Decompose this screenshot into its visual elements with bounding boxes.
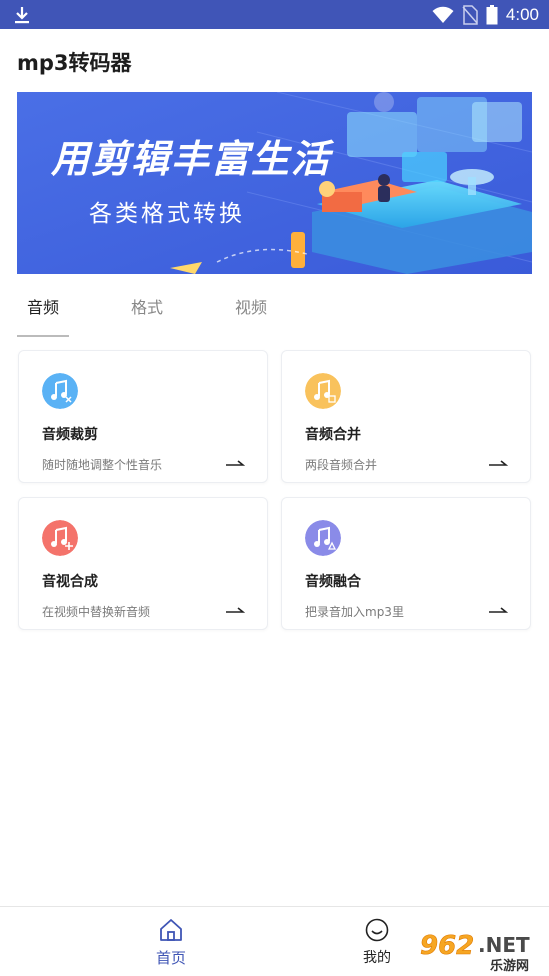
card-title: 音频裁剪 <box>42 427 98 443</box>
arrow-right-icon <box>489 607 508 613</box>
banner-headline: 用剪辑丰富生活 <box>51 137 332 181</box>
tab-underline <box>17 335 70 337</box>
clock: 4:00 <box>505 5 539 24</box>
arrow-right-icon <box>226 607 245 613</box>
download-icon <box>15 7 29 24</box>
card-title: 音视合成 <box>42 574 98 590</box>
tab-video[interactable]: 视频 <box>225 288 277 336</box>
svg-text:乐游网: 乐游网 <box>490 958 529 974</box>
arrow-right-icon <box>226 460 245 466</box>
site-watermark-logo: 962 .NET 乐游网 <box>414 924 546 974</box>
svg-text:962: 962 <box>420 931 474 961</box>
battery-icon <box>486 5 498 25</box>
card-audio-video-compose[interactable]: 音视合成 在视频中替换新音频 <box>18 497 268 630</box>
card-audio-cut[interactable]: 音频裁剪 随时随地调整个性音乐 <box>18 350 268 483</box>
card-audio-mix[interactable]: 音频融合 把录音加入mp3里 <box>281 497 531 630</box>
tab-label: 视频 <box>235 298 268 317</box>
tab-audio[interactable]: 音频 <box>17 288 70 337</box>
nav-home[interactable]: 首页 <box>131 917 211 968</box>
card-title: 音频融合 <box>305 574 361 590</box>
nav-mine[interactable]: 我的 <box>337 917 417 967</box>
music-merge-icon <box>305 373 341 409</box>
card-title: 音频合并 <box>305 427 361 443</box>
app-title: mp3转码器 <box>17 51 132 75</box>
home-icon <box>160 919 182 941</box>
tab-label: 格式 <box>131 298 164 317</box>
tab-format[interactable]: 格式 <box>121 288 173 336</box>
banner-illustration <box>17 92 532 274</box>
category-tabs: 音频 格式 视频 <box>17 288 329 337</box>
wifi-icon <box>432 6 454 23</box>
tab-label: 音频 <box>27 298 60 317</box>
status-bar: 4:00 <box>0 0 549 29</box>
music-mix-icon <box>305 520 341 556</box>
card-audio-merge[interactable]: 音频合并 两段音频合并 <box>281 350 531 483</box>
card-desc: 随时随地调整个性音乐 <box>42 458 163 472</box>
banner-subline: 各类格式转换 <box>89 201 245 227</box>
music-add-icon <box>42 520 78 556</box>
card-desc: 把录音加入mp3里 <box>305 605 404 619</box>
music-cut-icon <box>42 373 78 409</box>
promo-banner[interactable]: 用剪辑丰富生活 各类格式转换 <box>17 92 532 274</box>
nav-mine-label: 我的 <box>363 950 391 966</box>
card-desc: 两段音频合并 <box>305 458 378 472</box>
card-desc: 在视频中替换新音频 <box>42 605 151 619</box>
smile-icon <box>365 918 389 942</box>
no-sim-icon <box>462 5 478 25</box>
arrow-right-icon <box>489 460 508 466</box>
svg-text:.NET: .NET <box>478 933 530 957</box>
nav-home-label: 首页 <box>155 949 186 967</box>
